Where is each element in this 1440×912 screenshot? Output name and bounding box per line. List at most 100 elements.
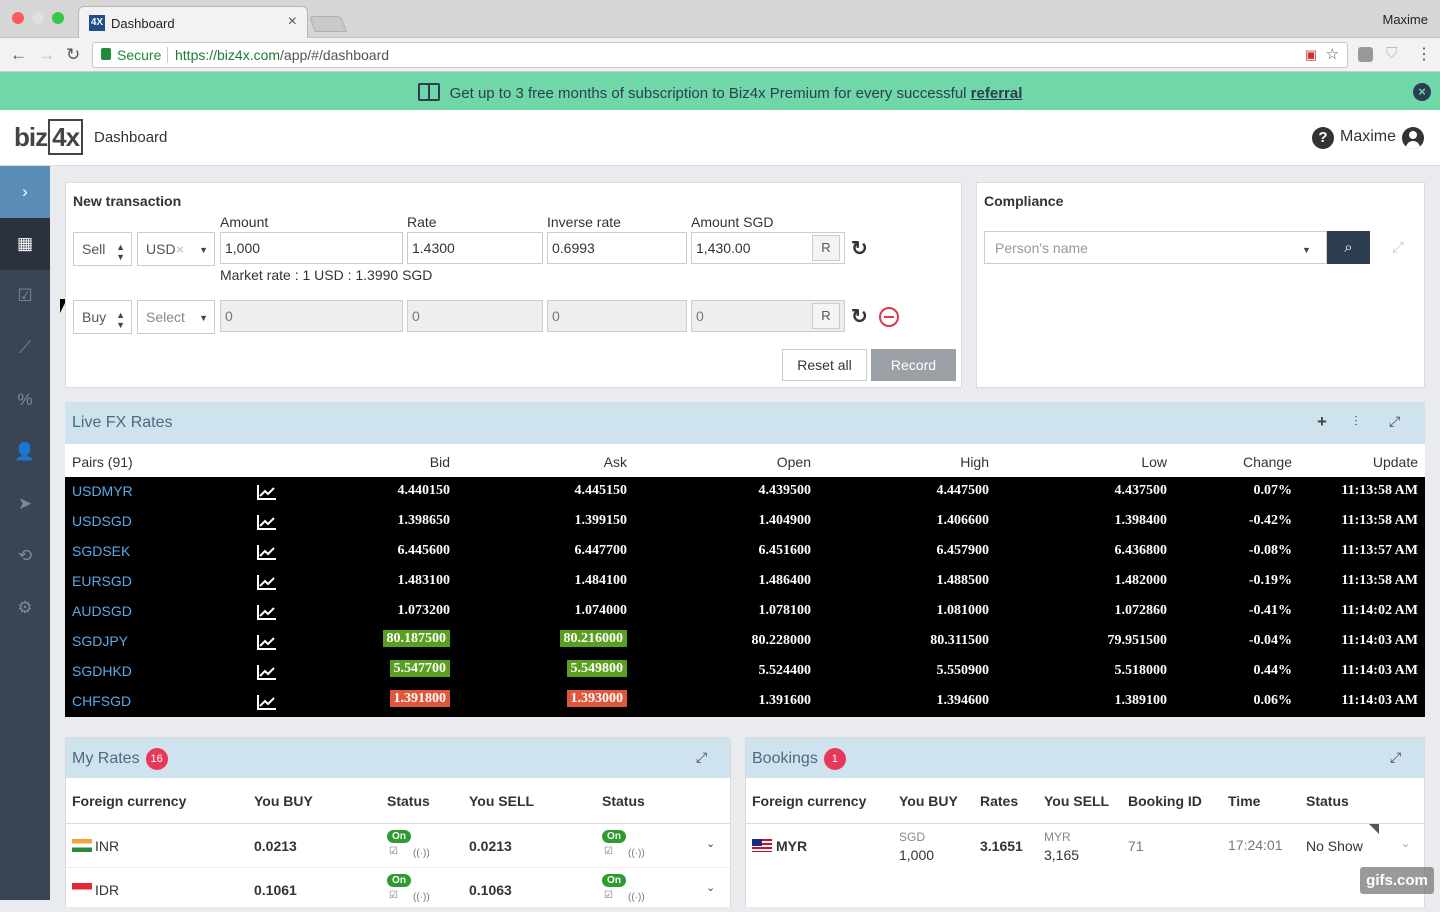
side-select-sell[interactable]: Sell ▲ ▼ (73, 232, 132, 266)
col-high[interactable]: High (960, 454, 989, 470)
fx-row[interactable]: EURSGD 1.483100 1.484100 1.486400 1.488500 1.… (65, 567, 1425, 597)
bookmark-star-icon[interactable]: ☆ (1326, 45, 1339, 63)
maximize-window-icon[interactable] (52, 12, 64, 24)
trend-chart-icon[interactable] (257, 604, 277, 620)
clear-icon[interactable]: × (176, 241, 184, 257)
round-button[interactable]: R (812, 235, 840, 261)
shield-extension-icon[interactable]: ⛉ (1386, 45, 1397, 62)
amount-input[interactable]: 1,000 (220, 232, 403, 264)
col-pairs[interactable]: Pairs (91) (72, 454, 133, 470)
fx-pair[interactable]: AUDSGD (72, 603, 132, 619)
sell-status-toggle[interactable]: On (602, 874, 626, 887)
expand-icon[interactable]: ⤢ (696, 749, 707, 766)
col-open[interactable]: Open (777, 454, 811, 470)
trend-chart-icon[interactable] (257, 544, 277, 560)
rate-input-2[interactable]: 0 (407, 300, 543, 332)
cast-icon[interactable]: ▣ (1305, 47, 1317, 63)
dashboard-icon[interactable]: ▦ (0, 218, 50, 270)
url-field[interactable]: Secure https://biz4x.com/app/#/dashboard… (92, 42, 1348, 68)
trend-chart-icon[interactable] (257, 694, 277, 710)
check-icon[interactable]: ☑ (389, 846, 398, 857)
col-low[interactable]: Low (1141, 454, 1167, 470)
fx-pair[interactable]: EURSGD (72, 573, 132, 589)
banner-close-icon[interactable]: × (1413, 83, 1431, 101)
chevron-down-icon[interactable]: ⌄ (706, 881, 715, 894)
table-row[interactable]: MYR SGD 1,000 3.1651 MYR 3,165 71 17:24:… (746, 824, 1424, 868)
fx-row[interactable]: SGDSEK 6.445600 6.447700 6.451600 6.457900 6.… (65, 537, 1425, 567)
expand-icon[interactable]: ⤢ (1390, 749, 1401, 766)
col-change[interactable]: Change (1243, 454, 1292, 470)
sell-rate[interactable]: 0.1063 (469, 882, 512, 898)
record-button[interactable]: Record (871, 349, 956, 381)
col-ask[interactable]: Ask (604, 454, 627, 470)
remove-row-icon[interactable] (879, 307, 899, 327)
fx-row[interactable]: SGDHKD 5.547700 5.549800 5.524400 5.550900 5.… (65, 657, 1425, 687)
broadcast-icon[interactable]: ((·)) (628, 892, 645, 903)
rate-input[interactable]: 1.4300 (407, 232, 543, 264)
broadcast-icon[interactable]: ((·)) (413, 892, 430, 903)
chevron-down-icon[interactable]: ⌄ (1401, 837, 1410, 850)
trend-chart-icon[interactable] (257, 484, 277, 500)
reset-all-button[interactable]: Reset all (782, 349, 867, 381)
forward-icon[interactable]: → (38, 45, 55, 65)
expand-icon[interactable]: ⤢ (1389, 413, 1400, 430)
add-pair-icon[interactable]: + (1317, 412, 1327, 432)
minimize-window-icon[interactable] (32, 12, 44, 24)
booking-status[interactable]: No Show (1306, 838, 1363, 854)
broadcast-icon[interactable]: ((·)) (413, 848, 430, 859)
sell-rate[interactable]: 0.0213 (469, 838, 512, 854)
reload-icon[interactable]: ↻ (66, 45, 80, 65)
fx-row[interactable]: USDMYR 4.440150 4.445150 4.439500 4.447500 4.… (65, 477, 1425, 507)
table-row[interactable]: IDR 0.1061 On ☑ ((·)) 0.1063 On ☑ ((·)) … (66, 868, 730, 912)
browser-profile-name[interactable]: Maxime (1382, 12, 1428, 27)
check-icon[interactable]: ☑ (604, 890, 613, 901)
sync-icon[interactable]: ⟲ (0, 530, 50, 582)
refresh-icon[interactable]: ↻ (851, 236, 868, 261)
fx-row[interactable]: USDSGD 1.398650 1.399150 1.404900 1.406600 1.… (65, 507, 1425, 537)
fx-row[interactable]: SGDJPY 80.187500 80.216000 80.228000 80.3115… (65, 627, 1425, 657)
amount-input-2[interactable]: 0 (220, 300, 403, 332)
table-row[interactable]: INR 0.0213 On ☑ ((·)) 0.0213 On ☑ ((·)) … (66, 824, 730, 868)
inverse-rate-input-2[interactable]: 0 (547, 300, 687, 332)
buy-rate[interactable]: 0.1061 (254, 882, 297, 898)
fx-pair[interactable]: SGDHKD (72, 663, 132, 679)
inverse-rate-input[interactable]: 0.6993 (547, 232, 687, 264)
broadcast-icon[interactable]: ((·)) (628, 848, 645, 859)
percent-icon[interactable]: % (0, 374, 50, 426)
fx-pair[interactable]: CHFSGD (72, 693, 131, 709)
sell-status-toggle[interactable]: On (602, 830, 626, 843)
col-bid[interactable]: Bid (430, 454, 450, 470)
back-icon[interactable]: ← (10, 45, 27, 65)
check-icon[interactable]: ☑ (389, 890, 398, 901)
search-button[interactable]: ⌕ (1327, 231, 1370, 264)
trend-chart-icon[interactable] (257, 514, 277, 530)
biz4x-logo[interactable]: biz 4x (14, 119, 84, 157)
send-icon[interactable]: ➤ (0, 478, 50, 530)
sidebar-expand-icon[interactable]: › (0, 166, 50, 218)
new-tab-button[interactable] (309, 16, 347, 32)
expand-icon[interactable]: ⤢ (1392, 239, 1404, 256)
settings-icon[interactable]: ⚙ (0, 582, 50, 634)
checklist-icon[interactable]: ☑ (0, 270, 50, 322)
chart-icon[interactable]: ⟋ (0, 322, 50, 374)
buy-status-toggle[interactable]: On (387, 830, 411, 843)
side-select-buy[interactable]: Buy ▲ ▼ (73, 300, 132, 334)
trend-chart-icon[interactable] (257, 664, 277, 680)
check-icon[interactable]: ☑ (604, 846, 613, 857)
browser-tab[interactable]: 4X Dashboard × (78, 6, 308, 39)
extension-icon[interactable] (1358, 47, 1373, 62)
trend-chart-icon[interactable] (257, 634, 277, 650)
buy-status-toggle[interactable]: On (387, 874, 411, 887)
fx-row[interactable]: CHFSGD 1.391800 1.393000 1.391600 1.394600 1.… (65, 687, 1425, 717)
fx-pair[interactable]: SGDJPY (72, 633, 128, 649)
help-icon[interactable]: ? (1312, 127, 1334, 149)
browser-menu-icon[interactable]: ⋮ (1416, 44, 1432, 64)
trend-chart-icon[interactable] (257, 574, 277, 590)
close-window-icon[interactable] (12, 12, 24, 24)
chevron-down-icon[interactable]: ⌄ (706, 837, 715, 850)
user-avatar-icon[interactable] (1402, 127, 1424, 149)
round-button-2[interactable]: R (812, 303, 840, 329)
fx-pair[interactable]: USDSGD (72, 513, 132, 529)
col-update[interactable]: Update (1373, 454, 1418, 470)
tab-close-icon[interactable]: × (288, 13, 297, 31)
